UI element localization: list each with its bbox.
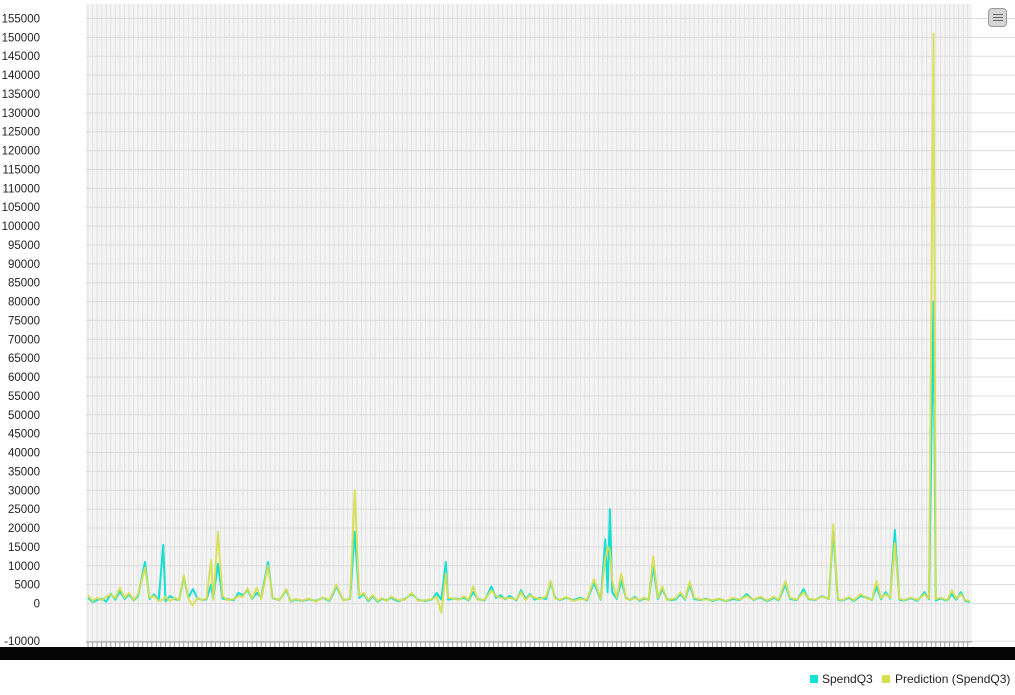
hamburger-menu-icon (993, 14, 1003, 15)
y-tick-label: 15000 (8, 542, 40, 554)
y-tick-label: 90000 (8, 259, 40, 271)
y-tick-label: 65000 (8, 353, 40, 365)
y-tick-label: 25000 (8, 504, 40, 516)
y-axis-tick-labels: -10000 0 5000 10000 15000 20000 25000 30000 3500… (2, 14, 40, 649)
x-axis-label-band (0, 647, 1015, 660)
y-tick-label: 155000 (2, 14, 40, 26)
y-tick-label: 115000 (2, 164, 40, 176)
legend-label-spendq3: SpendQ3 (822, 672, 873, 686)
y-tick-label: 55000 (8, 391, 40, 403)
y-tick-label: 40000 (8, 448, 40, 460)
y-tick-label: -10000 (4, 636, 40, 648)
y-tick-label: 145000 (2, 51, 40, 63)
legend-swatch-prediction (882, 675, 890, 683)
y-tick-label: 50000 (8, 410, 40, 422)
y-tick-label: 120000 (2, 146, 40, 158)
legend-item-spendq3[interactable]: SpendQ3 (810, 672, 873, 686)
y-tick-label: 100000 (2, 221, 40, 233)
y-tick-label: 85000 (8, 278, 40, 290)
legend-swatch-spendq3 (810, 675, 818, 683)
legend-item-prediction[interactable]: Prediction (SpendQ3) (882, 672, 1010, 686)
legend[interactable]: SpendQ3 Prediction (SpendQ3) (810, 672, 1010, 686)
y-tick-label: 35000 (8, 466, 40, 478)
y-tick-label: 70000 (8, 334, 40, 346)
y-tick-label: 75000 (8, 315, 40, 327)
y-tick-label: 140000 (2, 70, 40, 82)
y-tick-label: 130000 (2, 108, 40, 120)
line-chart: -10000 0 5000 10000 15000 20000 25000 30000 3500… (0, 4, 1015, 686)
y-tick-label: 150000 (2, 32, 40, 44)
y-tick-label: 30000 (8, 485, 40, 497)
legend-label-prediction: Prediction (SpendQ3) (895, 672, 1010, 686)
y-tick-label: 105000 (2, 202, 40, 214)
y-tick-label: 60000 (8, 372, 40, 384)
y-tick-label: 95000 (8, 240, 40, 252)
y-tick-label: 10000 (8, 561, 40, 573)
y-tick-label: 0 (34, 599, 40, 611)
y-tick-label: 80000 (8, 297, 40, 309)
y-tick-label: 5000 (14, 580, 40, 592)
y-tick-label: 45000 (8, 429, 40, 441)
y-tick-label: 135000 (2, 89, 40, 101)
y-tick-label: 20000 (8, 523, 40, 535)
x-axis (86, 641, 972, 647)
chart-menu-button[interactable] (988, 8, 1007, 27)
y-tick-label: 125000 (2, 127, 40, 139)
y-tick-label: 110000 (2, 183, 40, 195)
